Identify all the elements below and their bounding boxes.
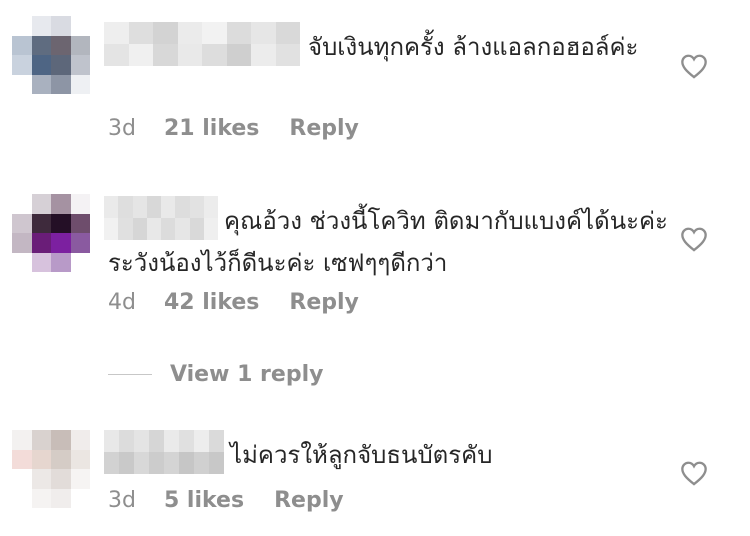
comment-text: จับเงินทุกครั้ง ล้างแอลกอฮอล์ค่ะ [308, 33, 639, 61]
comment-meta: 3d 5 likes Reply [108, 488, 344, 513]
view-replies-button[interactable]: View 1 reply [108, 362, 323, 387]
avatar[interactable] [12, 194, 90, 272]
comment-meta: 4d 42 likes Reply [108, 290, 359, 315]
reply-button[interactable]: Reply [289, 290, 359, 315]
likes-count[interactable]: 5 likes [164, 488, 244, 513]
comment-text: คุณอ้วง ช่วงนี้โควิท ติดมากับแบงค์ได้นะค… [108, 207, 668, 277]
heart-outline-icon[interactable] [680, 226, 708, 252]
view-replies-label: View 1 reply [170, 362, 324, 387]
replies-divider [108, 374, 152, 375]
comment-meta: 3d 21 likes Reply [108, 116, 359, 141]
reply-button[interactable]: Reply [274, 488, 344, 513]
reply-button[interactable]: Reply [289, 116, 359, 141]
heart-outline-icon[interactable] [680, 53, 708, 79]
likes-count[interactable]: 42 likes [164, 290, 259, 315]
comment-time: 3d [108, 116, 136, 141]
comment-time: 3d [108, 488, 136, 513]
comment-text: ไม่ควรให้ลูกจับธนบัตรคับ [230, 441, 493, 469]
likes-count[interactable]: 21 likes [164, 116, 259, 141]
avatar[interactable] [12, 430, 90, 508]
comment-time: 4d [108, 290, 136, 315]
heart-outline-icon[interactable] [680, 460, 708, 486]
avatar[interactable] [12, 16, 90, 94]
